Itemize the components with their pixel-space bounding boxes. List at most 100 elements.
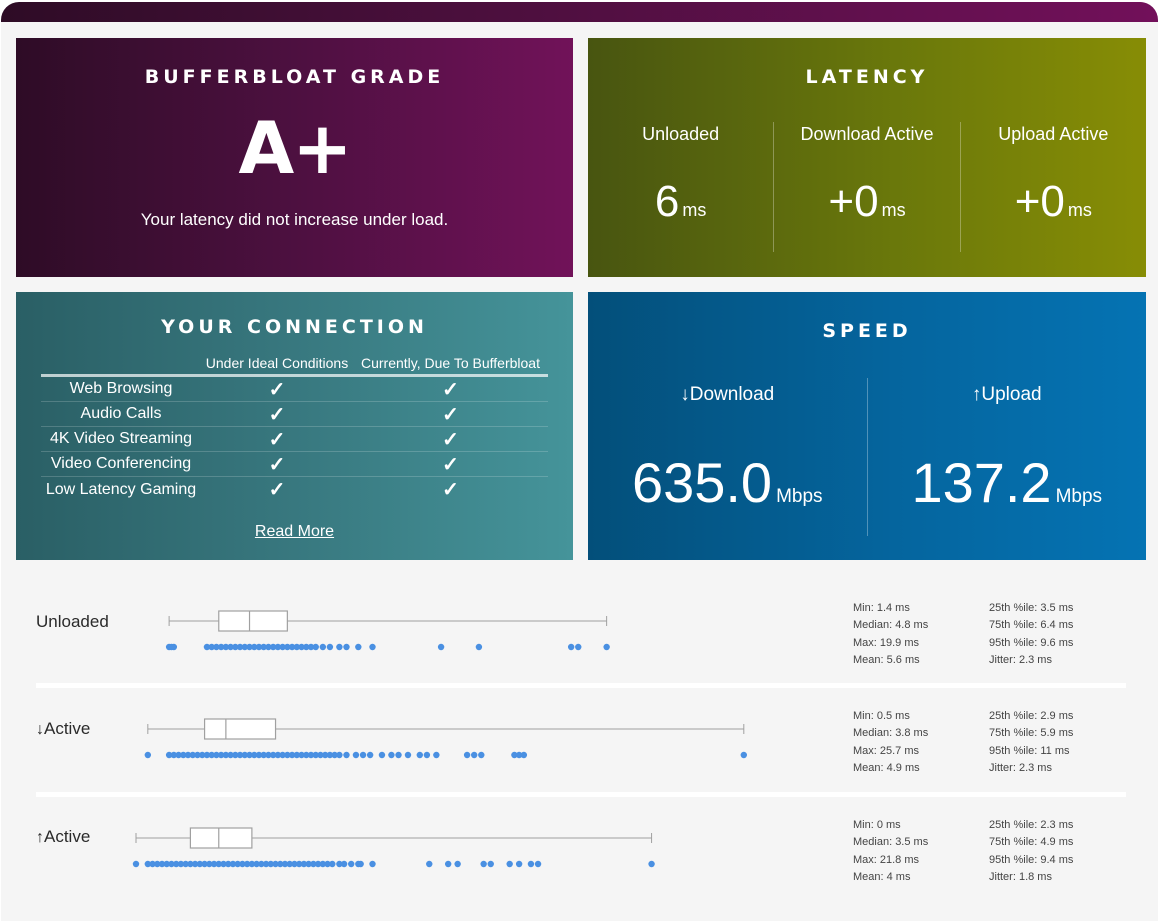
grade-description: Your latency did not increase under load… (140, 210, 449, 229)
data-point (170, 643, 178, 651)
data-point (329, 860, 336, 868)
iqr-box (218, 610, 288, 632)
data-point (534, 860, 542, 868)
row-divider (36, 792, 1126, 797)
data-point (520, 751, 528, 759)
stats-col-2: 25th %ile: 2.3 ms 75th %ile: 4.9 ms 95th… (989, 817, 1073, 886)
check-icon: ✓ (268, 378, 286, 401)
data-point (366, 751, 374, 759)
data-point (433, 751, 440, 759)
check-icon: ✓ (268, 453, 286, 476)
data-point (395, 751, 402, 759)
data-point (388, 751, 395, 759)
header-bar (1, 2, 1158, 22)
data-point (506, 860, 513, 868)
data-point (515, 860, 523, 868)
latency-label: Upload Active (998, 124, 1109, 144)
data-point (480, 860, 487, 868)
stats-col-2: 25th %ile: 2.9 ms 75th %ile: 5.9 ms 95th… (989, 708, 1073, 777)
speed-upload: ↑Upload 137.2 Mbps (866, 378, 1147, 536)
check-icon: ✓ (268, 403, 286, 426)
grade-letter: A+ (238, 106, 352, 190)
stat-min: Min: 1.4 ms (853, 602, 910, 614)
data-point (487, 860, 494, 868)
bufferbloat-grade-card: BUFFERBLOAT GRADE A+ Your latency did no… (16, 38, 573, 277)
data-point (319, 643, 327, 651)
boxplot-row-upload-active: ↑Active Min: 0 ms Median: 3.5 ms Max: 21… (36, 806, 1126, 914)
check-icon: ✓ (268, 428, 286, 451)
data-point (369, 860, 376, 868)
read-more-link[interactable]: Read More (255, 523, 334, 540)
latency-upload-active: Upload Active +0 ms (959, 122, 1146, 252)
connection-title: YOUR CONNECTION (161, 316, 428, 338)
data-point (478, 751, 485, 759)
stat-median: Median: 3.8 ms (853, 727, 929, 740)
data-point (475, 643, 483, 651)
latency-card: LATENCY Unloaded 6 ms Download Active +0 m… (588, 38, 1146, 277)
download-arrow-icon: ↓ (680, 384, 690, 405)
grade-title: BUFFERBLOAT GRADE (144, 66, 445, 88)
iqr-box (189, 827, 253, 849)
speed-download: ↓Download 635.0 Mbps (588, 378, 867, 536)
upload-unit: Mbps (1055, 486, 1103, 507)
latency-title: LATENCY (805, 66, 929, 88)
table-row: 4K Video Streaming ✓ ✓ (41, 427, 548, 452)
check-icon: ✓ (442, 428, 459, 451)
latency-value: 6 (654, 177, 680, 226)
boxplot-row-download-active: ↓Active Min: 0.5 ms Median: 3.8 ms Max: … (36, 698, 1126, 806)
data-point (603, 643, 610, 651)
column-header-ideal: Under Ideal Conditions (205, 355, 349, 371)
row-divider (36, 683, 1126, 688)
boxplot-chart (144, 718, 748, 759)
latency-unit: ms (682, 200, 707, 220)
check-icon: ✓ (442, 479, 459, 501)
stat-p75: 75th %ile: 4.9 ms (989, 836, 1074, 849)
data-point (359, 751, 367, 759)
data-point (648, 860, 655, 868)
table-row: Low Latency Gaming ✓ ✓ (41, 477, 548, 502)
stats-col-1: Min: 1.4 ms Median: 4.8 ms Max: 19.9 ms … (853, 600, 928, 669)
stat-median: Median: 3.5 ms (853, 836, 929, 849)
download-label: Download (689, 384, 775, 405)
check-icon: ✓ (442, 453, 459, 476)
data-point (343, 643, 350, 651)
upload-arrow-icon: ↑ (971, 384, 982, 405)
boxplot-row-unloaded: Unloaded Min: 1.4 ms Median: 4.8 ms Max:… (36, 590, 1126, 698)
table-row: Web Browsing ✓ ✓ (41, 377, 548, 402)
data-point (336, 643, 343, 651)
column-header-current: Currently, Due To Bufferbloat (361, 355, 540, 371)
iqr-box (203, 718, 277, 740)
table-row: Video Conferencing ✓ ✓ (41, 452, 548, 477)
activity-name: Audio Calls (80, 405, 162, 422)
data-point (132, 860, 140, 868)
latency-value: +0 (828, 177, 879, 226)
latency-download-active: Download Active +0 ms (773, 122, 959, 252)
stat-min: Min: 0.5 ms (853, 710, 910, 722)
stat-median: Median: 4.8 ms (853, 619, 929, 632)
stat-p75: 75th %ile: 5.9 ms (989, 727, 1074, 740)
stat-p95: 95th %ile: 11 ms (989, 744, 1070, 757)
stats-col-1: Min: 0 ms Median: 3.5 ms Max: 21.8 ms Me… (853, 817, 928, 886)
latency-unloaded: Unloaded 6 ms (588, 122, 773, 252)
data-point (454, 860, 461, 868)
stat-jitter: Jitter: 2.3 ms (989, 653, 1052, 666)
data-point (348, 860, 355, 868)
upload-value: 137.2 (911, 451, 1052, 514)
activity-name: Web Browsing (69, 380, 173, 397)
data-point (144, 751, 152, 759)
stat-jitter: Jitter: 2.3 ms (989, 761, 1052, 774)
data-point (444, 860, 452, 868)
connection-table-header: Under Ideal Conditions Currently, Due To… (41, 352, 548, 377)
stat-jitter: Jitter: 1.8 ms (989, 870, 1052, 883)
check-icon: ✓ (442, 403, 459, 426)
stats-col-2: 25th %ile: 3.5 ms 75th %ile: 6.4 ms 95th… (989, 600, 1073, 669)
stat-max: Max: 21.8 ms (853, 853, 920, 866)
stat-mean: Mean: 4.9 ms (853, 761, 920, 774)
data-point (426, 860, 433, 868)
boxplot-chart (165, 610, 610, 651)
latency-label: Download Active (800, 124, 934, 144)
data-point (463, 751, 471, 759)
data-point (437, 643, 445, 651)
data-point (740, 751, 748, 759)
stat-mean: Mean: 4 ms (853, 870, 911, 883)
